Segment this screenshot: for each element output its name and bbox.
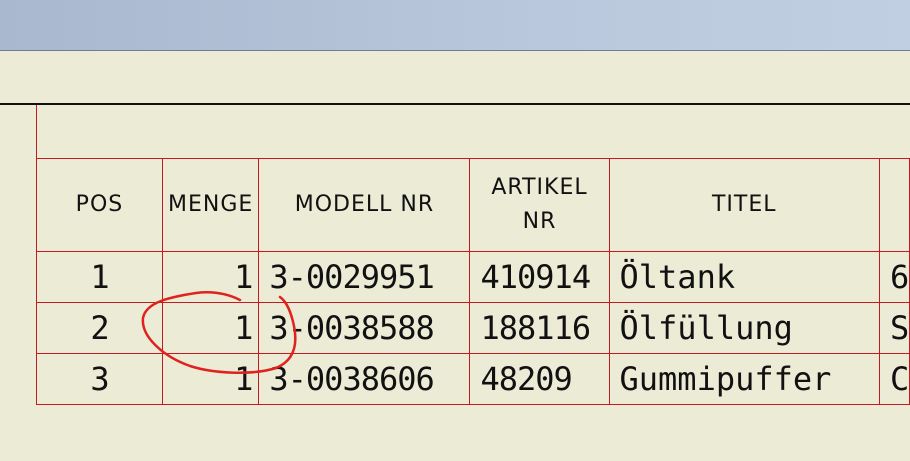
cell-titel[interactable]: Öltank	[608, 251, 880, 303]
cell-artikel-nr[interactable]: 48209	[469, 353, 610, 405]
cell-modell-nr[interactable]: 3-0029951	[258, 251, 471, 303]
header-pos[interactable]: POS	[36, 158, 163, 252]
cell-modell-nr[interactable]: 3-0038588	[258, 302, 471, 354]
cell-extra[interactable]: 6	[878, 251, 910, 303]
header-artikel-line1: ARTIKEL	[491, 175, 588, 200]
title-block-left-border	[36, 105, 37, 159]
cell-titel[interactable]: Ölfüllung	[608, 302, 880, 354]
table-row[interactable]: 1 1 3-0029951 410914 Öltank 6	[36, 251, 910, 303]
cell-extra[interactable]: C	[878, 353, 910, 405]
cell-pos[interactable]: 2	[36, 302, 163, 354]
header-extra[interactable]	[878, 158, 910, 252]
cell-pos[interactable]: 3	[36, 353, 163, 405]
cell-modell-nr[interactable]: 3-0038606	[258, 353, 471, 405]
header-artikel-line2: NR	[522, 209, 557, 234]
header-menge[interactable]: MENGE	[161, 158, 260, 252]
header-artikel-nr[interactable]: ARTIKEL NR	[469, 158, 610, 252]
table-header-row: POS MENGE MODELL NR ARTIKEL NR TITEL	[36, 158, 910, 252]
header-titel[interactable]: TITEL	[608, 158, 880, 252]
window-title-bar	[0, 0, 910, 51]
cell-extra[interactable]: S	[878, 302, 910, 354]
table-row[interactable]: 3 1 3-0038606 48209 Gummipuffer C	[36, 353, 910, 405]
bill-of-materials-table: POS MENGE MODELL NR ARTIKEL NR TITEL 1 1…	[36, 158, 910, 405]
cell-menge[interactable]: 1	[161, 302, 260, 354]
cell-artikel-nr[interactable]: 410914	[469, 251, 610, 303]
cell-menge[interactable]: 1	[161, 353, 260, 405]
cell-pos[interactable]: 1	[36, 251, 163, 303]
cell-titel[interactable]: Gummipuffer	[608, 353, 880, 405]
cell-menge[interactable]: 1	[161, 251, 260, 303]
header-modell-nr[interactable]: MODELL NR	[258, 158, 471, 252]
drawing-frame-top-border	[0, 103, 910, 105]
table-row[interactable]: 2 1 3-0038588 188116 Ölfüllung S	[36, 302, 910, 354]
cell-artikel-nr[interactable]: 188116	[469, 302, 610, 354]
